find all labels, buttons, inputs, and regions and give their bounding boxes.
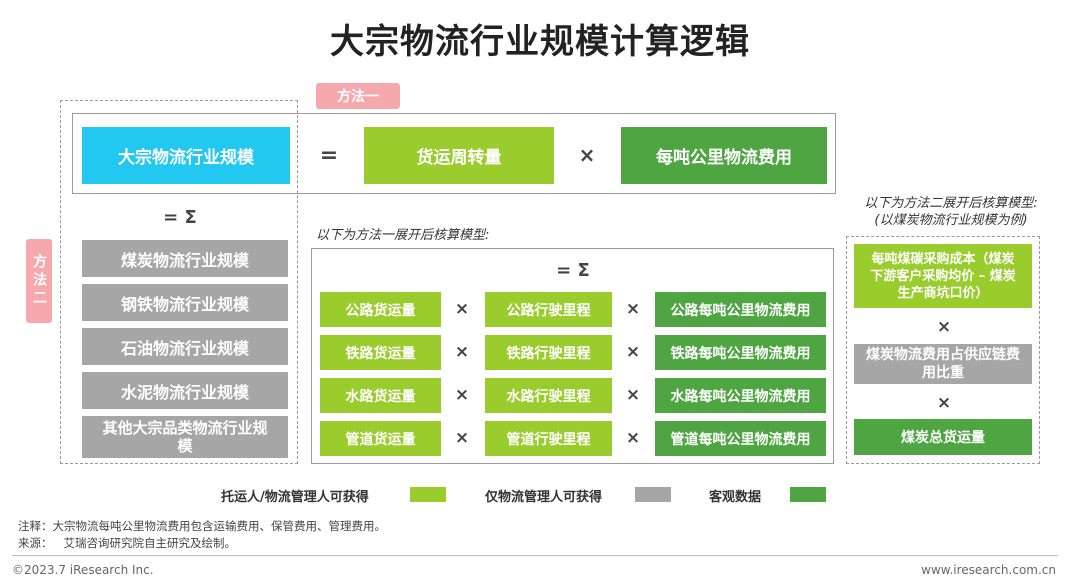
cost-per-ton-km-box: 每吨公里物流费用 [621, 127, 827, 184]
coal-purchase-cost-box: 每吨煤碳采购成本（煤炭下游客户采购均价 – 煤炭生产商坑口价） [854, 244, 1032, 308]
legend-label-shipper: 托运人/物流管理人可获得 [221, 490, 369, 505]
expansion2-note: 以下为方法二展开后核算模型: (以煤炭物流行业规模为例) [851, 195, 1051, 229]
footer-copyright: ©2023.7 iResearch Inc. [12, 563, 154, 577]
annotation-note: 注释：大宗物流每吨公里物流费用包含运输费用、保管费用、管理费用。 [18, 519, 386, 533]
road-cost-box: 公路每吨公里物流费用 [655, 292, 826, 327]
multiply-sign: × [936, 317, 952, 337]
multiply-sign: × [936, 393, 952, 413]
expansion2-note-line1: 以下为方法二展开后核算模型: [864, 196, 1038, 211]
steel-scale-box: 钢铁物流行业规模 [82, 284, 288, 321]
pipeline-cost-box: 管道每吨公里物流费用 [655, 421, 826, 456]
legend-label-manager: 仅物流管理人可获得 [485, 490, 603, 505]
method2-sum: = Σ [163, 206, 197, 228]
equals-sign: = [319, 142, 339, 168]
multiply-sign: × [625, 299, 641, 319]
legend-swatch-gray [635, 487, 671, 502]
method2-tag: 方法二 [26, 239, 52, 323]
total-scale-box: 大宗物流行业规模 [82, 127, 290, 184]
multiply-sign: × [578, 143, 596, 167]
expansion1-note: 以下为方法一展开后核算模型: [316, 228, 490, 243]
oil-scale-box: 石油物流行业规模 [82, 328, 288, 365]
freight-turnover-box: 货运周转量 [364, 127, 554, 184]
rail-distance-box: 铁路行驶里程 [485, 335, 612, 370]
rail-volume-box: 铁路货运量 [320, 335, 441, 370]
cement-scale-box: 水泥物流行业规模 [82, 372, 288, 409]
footer-website: www.iresearch.com.cn [921, 563, 1056, 577]
legend-label-objective: 客观数据 [709, 490, 762, 505]
water-volume-box: 水路货运量 [320, 378, 441, 413]
coal-scale-box: 煤炭物流行业规模 [82, 240, 288, 277]
pipeline-volume-box: 管道货运量 [320, 421, 441, 456]
road-volume-box: 公路货运量 [320, 292, 441, 327]
footer-divider [12, 555, 1058, 556]
multiply-sign: × [625, 428, 641, 448]
multiply-sign: × [454, 299, 470, 319]
legend-swatch-lime [410, 487, 446, 502]
expansion1-sum: = Σ [556, 259, 590, 281]
expansion2-note-line2: (以煤炭物流行业规模为例) [874, 213, 1028, 228]
pipeline-distance-box: 管道行驶里程 [485, 421, 612, 456]
multiply-sign: × [454, 428, 470, 448]
multiply-sign: × [454, 342, 470, 362]
multiply-sign: × [625, 342, 641, 362]
multiply-sign: × [454, 385, 470, 405]
multiply-sign: × [625, 385, 641, 405]
road-distance-box: 公路行驶里程 [485, 292, 612, 327]
water-cost-box: 水路每吨公里物流费用 [655, 378, 826, 413]
other-scale-box: 其他大宗品类物流行业规模 [82, 416, 288, 458]
coal-total-volume-box: 煤炭总货运量 [854, 419, 1032, 455]
rail-cost-box: 铁路每吨公里物流费用 [655, 335, 826, 370]
water-distance-box: 水路行驶里程 [485, 378, 612, 413]
source-note: 来源： 艾瑞咨询研究院自主研究及绘制。 [18, 536, 236, 550]
coal-logistics-share-box: 煤炭物流费用占供应链费用比重 [854, 344, 1032, 384]
page-title: 大宗物流行业规模计算逻辑 [330, 22, 750, 62]
method1-tag: 方法一 [316, 83, 400, 109]
legend-swatch-green [790, 487, 826, 502]
